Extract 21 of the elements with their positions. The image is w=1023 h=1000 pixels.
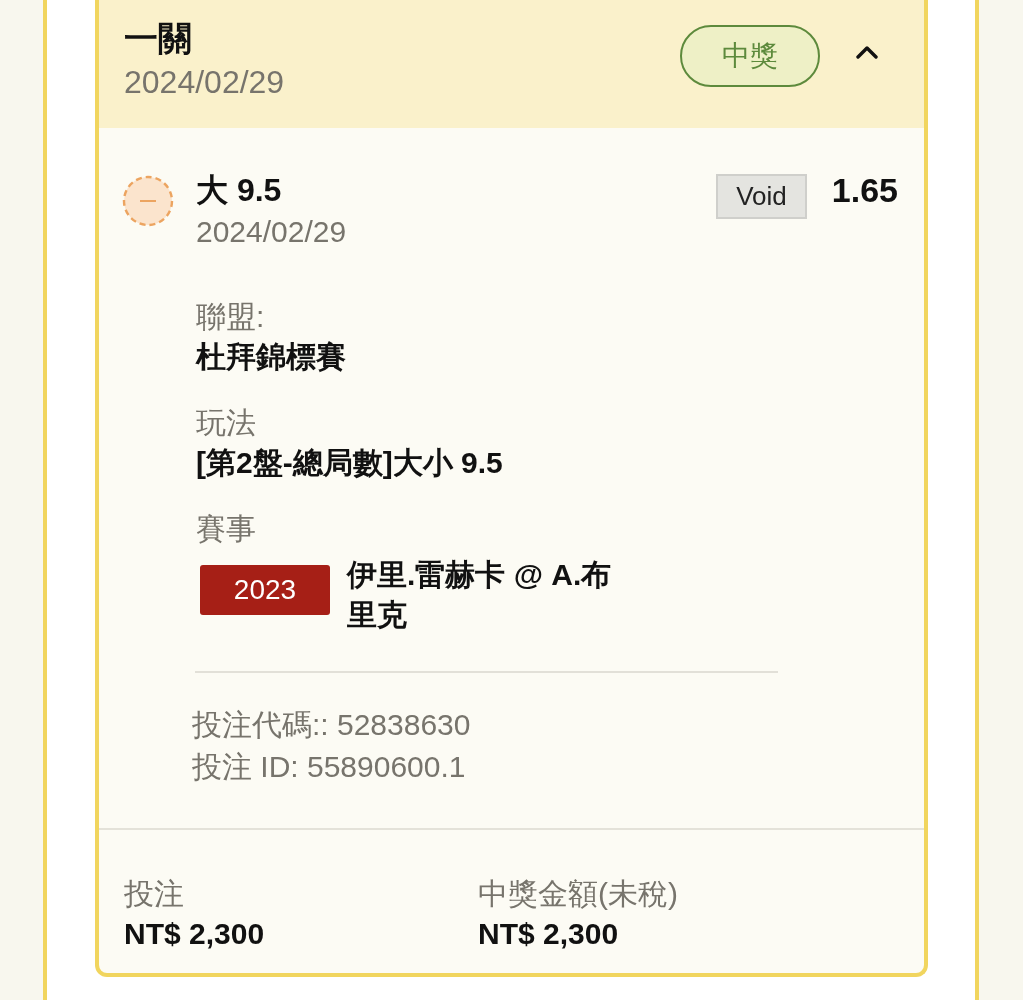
year-tag: 2023 bbox=[200, 565, 330, 615]
field-value: 杜拜錦標賽 bbox=[196, 339, 347, 375]
match-name: 伊里.雷赫卡 @ A.布里克 bbox=[347, 557, 613, 633]
chevron-up-icon[interactable] bbox=[856, 45, 878, 59]
ticket-date: 2024/02/29 bbox=[124, 63, 285, 102]
total-amount: NT$ 2,300 bbox=[124, 916, 266, 952]
total-label: 中獎金額(未稅) bbox=[478, 876, 679, 912]
status-tag: Void bbox=[716, 174, 807, 219]
selection-name: 大 9.5 bbox=[196, 171, 283, 210]
bet-code: 投注代碼:: 52838630 bbox=[192, 707, 472, 743]
field-label: 賽事 bbox=[196, 511, 257, 547]
prize-badge: 中獎 bbox=[680, 25, 820, 87]
selection-date: 2024/02/29 bbox=[196, 214, 348, 250]
ticket-title: 一關 bbox=[124, 18, 193, 59]
bet-code: 投注 ID: 55890600.1 bbox=[192, 749, 467, 785]
odds-value: 1.65 bbox=[831, 170, 898, 211]
field-label: 玩法 bbox=[196, 405, 257, 441]
field-label: 聯盟: bbox=[196, 299, 266, 335]
field-value: [第2盤-總局數]大小 9.5 bbox=[196, 445, 504, 481]
total-label: 投注 bbox=[124, 876, 185, 912]
total-amount: NT$ 2,300 bbox=[478, 916, 620, 952]
